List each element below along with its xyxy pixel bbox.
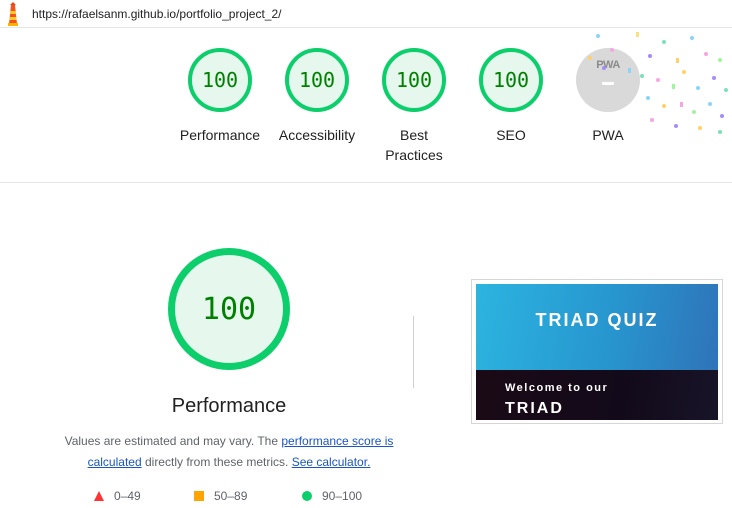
desc-middle: directly from these metrics. xyxy=(141,455,292,469)
score-legend: 0–49 50–89 90–100 xyxy=(0,489,732,505)
gauge-ring: 100 xyxy=(479,48,543,112)
desc-prefix: Values are estimated and may vary. The xyxy=(64,434,282,448)
gauge-label: Best Practices xyxy=(385,127,443,163)
gauge-ring: 100 xyxy=(188,48,252,112)
legend-fail-label: 0–49 xyxy=(114,489,141,503)
thumbnail-header: TRIAD QUIZ xyxy=(476,284,718,370)
legend-average-label: 50–89 xyxy=(214,489,248,503)
performance-title: Performance xyxy=(171,395,287,417)
final-screenshot-thumbnail[interactable]: TRIAD QUIZ Welcome to our TRIAD xyxy=(471,279,723,424)
legend-average: 50–89 xyxy=(194,489,247,503)
gauge-label: Performance xyxy=(179,127,261,143)
legend-pass: 90–100 xyxy=(302,489,362,503)
legend-pass-label: 90–100 xyxy=(322,489,363,503)
thumbnail-hero: Welcome to our TRIAD xyxy=(476,370,718,420)
gauge-score: 100 xyxy=(395,68,433,92)
thumbnail-subtitle: TRIAD xyxy=(505,400,564,417)
gauge-score: 100 xyxy=(492,68,530,92)
confetti-decoration xyxy=(588,32,728,134)
gauge-score: 100 xyxy=(298,68,336,92)
gauge-score: 100 xyxy=(201,68,239,92)
gauge-seo[interactable]: 100 SEO xyxy=(461,48,561,145)
category-gauges: 100 Performance 100 Accessibility 100 Be… xyxy=(0,28,732,183)
square-icon xyxy=(194,491,204,501)
legend-fail: 0–49 xyxy=(94,489,141,503)
thumbnail-title: TRIAD QUIZ xyxy=(535,310,659,330)
gauge-ring: 100 xyxy=(285,48,349,112)
page-url[interactable]: https://rafaelsanm.github.io/portfolio_p… xyxy=(32,7,281,21)
circle-icon xyxy=(302,491,312,501)
gauge-label: SEO xyxy=(496,127,526,143)
see-calculator-link[interactable]: See calculator. xyxy=(292,455,371,469)
thumbnail-welcome: Welcome to our xyxy=(505,382,609,394)
vertical-divider xyxy=(413,316,414,388)
gauge-ring: 100 xyxy=(382,48,446,112)
performance-score: 100 xyxy=(201,291,257,327)
gauge-accessibility[interactable]: 100 Accessibility xyxy=(267,48,367,145)
gauge-performance[interactable]: 100 Performance xyxy=(170,48,270,145)
performance-gauge: 100 xyxy=(168,248,290,370)
performance-description: Values are estimated and may vary. The p… xyxy=(64,431,394,473)
lighthouse-icon xyxy=(8,2,18,26)
gauge-best-practices[interactable]: 100 Best Practices xyxy=(364,48,464,165)
gauge-label: Accessibility xyxy=(278,127,356,143)
triangle-icon xyxy=(94,491,104,501)
url-bar: https://rafaelsanm.github.io/portfolio_p… xyxy=(0,0,732,28)
